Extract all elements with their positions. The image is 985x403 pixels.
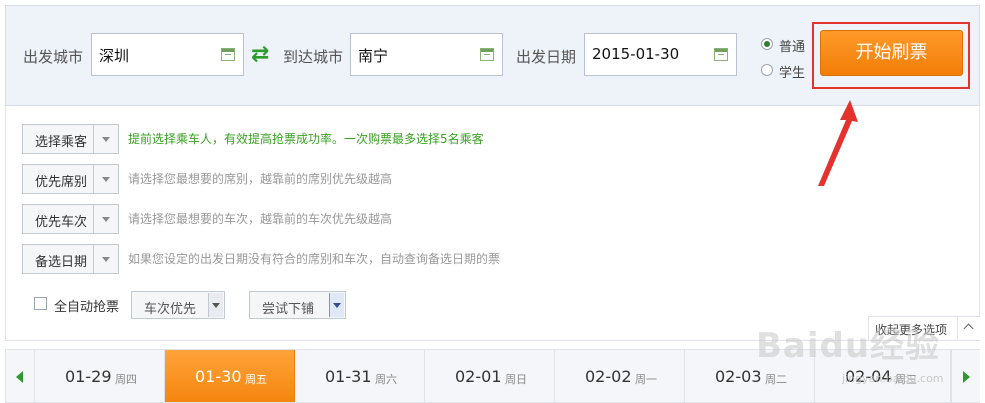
chevron-up-icon <box>957 317 980 339</box>
berth-select-value: 尝试下铺 <box>262 302 315 317</box>
city-list-icon[interactable] <box>221 48 235 61</box>
seat-priority-hint: 请选择您最想要的席别，越靠前的席别优先级越高 <box>128 172 393 186</box>
date-tab-date: 02-01 <box>455 367 502 386</box>
date-tab[interactable]: 02-02 周一 <box>555 350 685 402</box>
to-city-value: 南宁 <box>358 47 389 65</box>
departure-date-input[interactable]: 2015-01-30 <box>584 33 737 76</box>
next-dates-arrow-icon[interactable] <box>951 350 980 402</box>
ticket-type-student-label[interactable]: 学生 <box>779 62 805 81</box>
city-list-icon[interactable] <box>480 48 494 61</box>
chevron-down-icon <box>93 165 118 193</box>
from-city-label: 出发城市 <box>23 48 84 66</box>
date-tab[interactable]: 01-29 周四 <box>35 350 165 402</box>
baidu-watermark-url: jingyan.baidu.com <box>842 372 944 385</box>
select-passenger-button[interactable]: 选择乘客 <box>22 124 119 154</box>
from-city-value: 深圳 <box>99 47 130 65</box>
departure-date-value: 2015-01-30 <box>592 45 680 63</box>
seat-priority-label: 优先席别 <box>35 175 88 190</box>
chevron-down-icon <box>208 293 223 317</box>
date-tab-weekday: 周一 <box>635 373 657 386</box>
to-city-input[interactable]: 南宁 <box>350 33 503 76</box>
from-city-input[interactable]: 深圳 <box>91 33 244 76</box>
priority-select[interactable]: 车次优先 <box>131 291 225 319</box>
backup-date-hint: 如果您设定的出发日期没有符合的席别和车次，自动查询备选日期的票 <box>128 252 501 266</box>
date-tab-date: 02-02 <box>585 367 632 386</box>
to-city-label: 到达城市 <box>283 48 344 66</box>
date-tab-weekday: 周五 <box>245 373 267 386</box>
calendar-icon[interactable] <box>714 48 728 61</box>
date-tab-date: 01-31 <box>325 367 372 386</box>
seat-priority-button[interactable]: 优先席别 <box>22 164 119 194</box>
train-priority-hint: 请选择您最想要的车次，越靠前的车次优先级越高 <box>128 212 393 226</box>
date-tab[interactable]: 02-01 周日 <box>425 350 555 402</box>
priority-select-value: 车次优先 <box>144 302 197 317</box>
date-tab-date: 01-29 <box>65 367 112 386</box>
auto-grab-label[interactable]: 全自动抢票 <box>54 296 119 315</box>
train-priority-label: 优先车次 <box>35 215 88 230</box>
chevron-down-icon <box>93 205 118 233</box>
swap-cities-icon[interactable]: ⇄ <box>251 44 269 66</box>
backup-date-button[interactable]: 备选日期 <box>22 244 119 274</box>
departure-date-label: 出发日期 <box>516 48 577 66</box>
select-passenger-label: 选择乘客 <box>35 135 88 150</box>
date-tab-active[interactable]: 01-30 周五 <box>165 350 295 402</box>
train-priority-button[interactable]: 优先车次 <box>22 204 119 234</box>
passenger-hint: 提前选择乘车人，有效提高抢票成功率。一次购票最多选择5名乘客 <box>128 132 484 146</box>
prev-dates-arrow-icon[interactable] <box>6 350 35 402</box>
berth-select[interactable]: 尝试下铺 <box>249 291 346 319</box>
ticket-type-normal-radio[interactable] <box>761 38 773 50</box>
baidu-watermark-logo: Baidu经验 <box>756 326 941 366</box>
date-tab-date: 01-30 <box>195 367 242 386</box>
annotation-arrow-icon <box>818 100 858 186</box>
chevron-down-icon <box>93 245 118 273</box>
date-tab-weekday: 周二 <box>765 373 787 386</box>
backup-date-label: 备选日期 <box>35 255 88 270</box>
ticket-type-student-radio[interactable] <box>761 64 773 76</box>
date-tab-date: 02-03 <box>715 367 762 386</box>
annotation-highlight-box <box>812 22 970 89</box>
auto-grab-checkbox[interactable] <box>34 297 47 310</box>
date-tab[interactable]: 01-31 周六 <box>295 350 425 402</box>
date-tab-weekday: 周日 <box>505 373 527 386</box>
date-tab-weekday: 周四 <box>115 373 137 386</box>
date-tab-weekday: 周六 <box>375 373 397 386</box>
chevron-down-icon <box>93 125 118 153</box>
chevron-down-icon <box>329 293 344 317</box>
ticket-type-normal-label[interactable]: 普通 <box>779 36 805 55</box>
